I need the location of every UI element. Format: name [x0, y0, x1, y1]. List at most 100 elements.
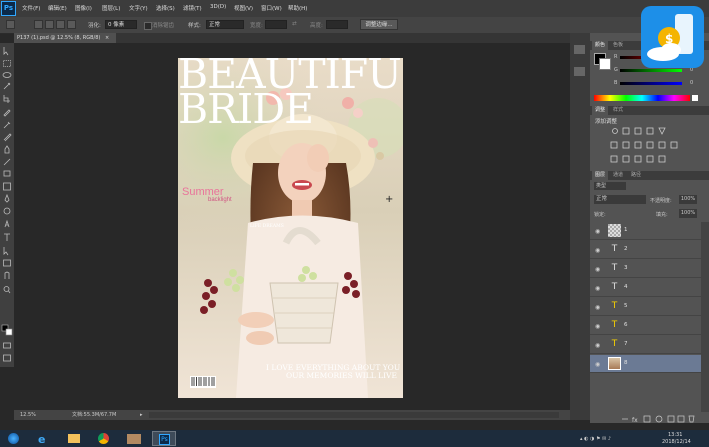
- b-slider[interactable]: [620, 82, 682, 85]
- photoshop-icon: Ps: [159, 434, 170, 445]
- color-bg-swatch[interactable]: [599, 58, 611, 70]
- tab-layers[interactable]: 图层: [592, 171, 609, 180]
- visibility-eye-icon[interactable]: ◉: [595, 266, 600, 273]
- subtract-selection-icon[interactable]: [56, 20, 65, 29]
- tab-paths[interactable]: 路径: [628, 171, 644, 180]
- clock-date[interactable]: 2018/12/14: [662, 439, 691, 445]
- menu-layer[interactable]: 图层(L): [102, 4, 120, 12]
- b-value[interactable]: 0: [690, 80, 693, 86]
- height-input[interactable]: [326, 20, 348, 29]
- layer-row[interactable]: ◉ T 4: [590, 279, 701, 297]
- layer-name[interactable]: 3: [624, 265, 628, 271]
- tool-icons: [1, 47, 13, 362]
- visibility-eye-icon[interactable]: ◉: [595, 304, 600, 311]
- visibility-eye-icon[interactable]: ◉: [595, 361, 600, 368]
- menu-type[interactable]: 文字(Y): [129, 4, 148, 12]
- layers-scrollbar[interactable]: [701, 222, 709, 412]
- layer-name[interactable]: 7: [624, 341, 628, 347]
- crosshair-cursor: +: [385, 194, 394, 205]
- document-canvas[interactable]: BEAUTIFUL BRIDE Summer backlight LIFE DR…: [178, 58, 403, 398]
- layer-name[interactable]: 5: [624, 303, 628, 309]
- clock-time[interactable]: 13:31: [668, 432, 682, 438]
- layer-name[interactable]: 8: [624, 360, 628, 366]
- status-arrow-icon[interactable]: ▸: [140, 410, 143, 420]
- taskbar-explorer[interactable]: [62, 431, 86, 446]
- layer-row[interactable]: ◉ 1: [590, 222, 701, 240]
- taskbar-photoshop[interactable]: Ps: [152, 431, 176, 446]
- visibility-eye-icon[interactable]: ◉: [595, 247, 600, 254]
- opacity-label: 不透明度:: [650, 198, 672, 204]
- layer-row[interactable]: ◉ T 6: [590, 317, 701, 335]
- layer-name[interactable]: 2: [624, 246, 628, 252]
- antialias-checkbox[interactable]: [144, 22, 152, 30]
- add-selection-icon[interactable]: [45, 20, 54, 29]
- close-tab-icon[interactable]: ×: [105, 35, 109, 41]
- history-panel-icon[interactable]: [574, 45, 585, 54]
- properties-panel-icon[interactable]: [574, 67, 585, 76]
- menu-3d[interactable]: 3D(D): [210, 4, 226, 10]
- layer-name[interactable]: 6: [624, 322, 628, 328]
- intersect-selection-icon[interactable]: [67, 20, 76, 29]
- marquee-preset-icon[interactable]: [6, 20, 15, 29]
- tab-styles[interactable]: 样式: [610, 106, 626, 115]
- tab-swatches[interactable]: 色板: [610, 41, 626, 50]
- status-bar: 12.5% 文档:55.3M/67.7M ▸: [14, 410, 590, 420]
- right-panels: 颜色 色板 R 0 G 0 B 0 调整 样式 添加调整: [590, 33, 709, 423]
- tab-channels[interactable]: 通道: [610, 171, 626, 180]
- blend-mode-select[interactable]: 正常: [594, 195, 646, 204]
- new-adjustment-icon: [655, 415, 663, 423]
- color-spectrum[interactable]: [594, 95, 690, 101]
- gradient-map-icon: [646, 155, 654, 163]
- text-warning-icon: T: [611, 339, 618, 349]
- menu-view[interactable]: 视图(V): [234, 4, 253, 12]
- text-warning-icon: T: [611, 301, 618, 311]
- taskbar-app[interactable]: [122, 431, 146, 446]
- layer-row[interactable]: ◉ T 3: [590, 260, 701, 278]
- swap-icon[interactable]: ⇄: [292, 21, 297, 27]
- refine-edge-button[interactable]: 调整边缘...: [360, 19, 398, 30]
- adjustment-icons[interactable]: [610, 127, 680, 165]
- antialias-label: 消除锯齿: [152, 23, 175, 29]
- layer-row-selected[interactable]: ◉ 8: [590, 355, 701, 373]
- visibility-eye-icon[interactable]: ◉: [595, 323, 600, 330]
- layer-name[interactable]: 4: [624, 284, 628, 290]
- system-tray[interactable]: ▴ ◐ ◑ ⚑ ✉ ♪: [580, 435, 640, 442]
- spectrum-white[interactable]: [692, 95, 698, 101]
- feather-input[interactable]: 0 像素: [105, 20, 137, 29]
- document-tab[interactable]: P137 (1).psd @ 12.5% (8, RGB/8) ×: [14, 33, 116, 43]
- layer-row[interactable]: ◉ T 2: [590, 241, 701, 259]
- layer-name[interactable]: 1: [624, 227, 628, 233]
- b-label: B: [614, 80, 618, 86]
- taskbar-chrome[interactable]: [92, 431, 116, 446]
- menu-window[interactable]: 窗口(W): [261, 4, 282, 12]
- fill-input[interactable]: 100%: [679, 209, 697, 218]
- layer-thumbnail: [608, 224, 621, 237]
- layer-kind-filter[interactable]: 类型: [594, 182, 626, 190]
- new-selection-icon[interactable]: [34, 20, 43, 29]
- menu-filter[interactable]: 滤镜(T): [183, 4, 202, 12]
- horizontal-scrollbar[interactable]: [149, 412, 559, 418]
- menu-image[interactable]: 图像(I): [75, 4, 92, 12]
- zoom-level[interactable]: 12.5%: [20, 410, 36, 420]
- background-color-swatch: [5, 328, 13, 336]
- menu-help[interactable]: 帮助(H): [288, 4, 307, 12]
- visibility-eye-icon[interactable]: ◉: [595, 285, 600, 292]
- tab-color[interactable]: 颜色: [592, 41, 609, 50]
- g-slider[interactable]: [620, 69, 682, 72]
- visibility-eye-icon[interactable]: ◉: [595, 342, 600, 349]
- layer-row[interactable]: ◉ T 7: [590, 336, 701, 354]
- menu-file[interactable]: 文件(F): [22, 4, 40, 12]
- menu-edit[interactable]: 编辑(E): [48, 4, 67, 12]
- layer-footer-icons[interactable]: fx: [620, 415, 700, 423]
- visibility-eye-icon[interactable]: ◉: [595, 228, 600, 235]
- tab-adjustments[interactable]: 调整: [592, 106, 609, 115]
- start-button[interactable]: [2, 431, 26, 446]
- opacity-input[interactable]: 100%: [679, 195, 697, 204]
- width-input[interactable]: [265, 20, 287, 29]
- tray-icons[interactable]: ▴ ◐ ◑ ⚑ ✉ ♪: [580, 436, 611, 442]
- taskbar-ie[interactable]: e: [32, 431, 56, 446]
- style-select[interactable]: 正常: [206, 20, 244, 29]
- layer-row[interactable]: ◉ T 5: [590, 298, 701, 316]
- move-tool-icon: [3, 47, 9, 56]
- menu-select[interactable]: 选择(S): [156, 4, 175, 12]
